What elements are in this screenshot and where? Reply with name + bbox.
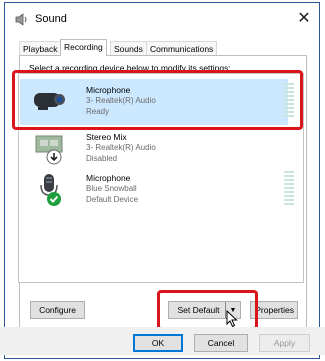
properties-label: Properties <box>255 305 294 315</box>
title-bar: Sound ✕ <box>5 3 319 33</box>
tab-communications[interactable]: Communications <box>146 41 218 55</box>
close-button[interactable]: ✕ <box>289 3 319 33</box>
tab-recording[interactable]: Recording <box>60 39 107 56</box>
device-description: Blue Snowball <box>86 184 137 193</box>
microphone-default-icon <box>40 174 61 206</box>
tab-playback[interactable]: Playback <box>19 41 62 55</box>
device-description: 3- Realtek(R) Audio <box>86 143 156 152</box>
configure-button[interactable]: Configure <box>30 301 85 319</box>
device-status: Disabled <box>86 154 118 163</box>
speaker-icon <box>15 13 27 26</box>
tab-strip: Playback Recording Sounds Communications <box>19 39 305 56</box>
apply-button[interactable]: Apply <box>259 334 310 352</box>
device-item-microphone-blue-snowball[interactable]: Microphone Blue Snowball Default Device <box>20 167 294 213</box>
cancel-button[interactable]: Cancel <box>194 334 248 352</box>
level-meter <box>284 171 294 207</box>
highlight-set-default <box>157 290 258 330</box>
mouse-cursor-icon <box>226 310 238 328</box>
device-item-stereo-mix[interactable]: Stereo Mix 3- Realtek(R) Audio Disabled <box>20 126 288 172</box>
tab-sounds[interactable]: Sounds <box>110 41 147 55</box>
highlight-selected-device <box>12 70 303 130</box>
ok-button[interactable]: OK <box>133 334 183 352</box>
device-status: Default Device <box>86 195 139 204</box>
soundcard-disabled-icon <box>35 135 63 165</box>
device-name: Microphone <box>86 173 131 183</box>
window-title: Sound <box>35 13 67 25</box>
close-icon: ✕ <box>297 10 311 27</box>
device-name: Stereo Mix <box>86 132 127 142</box>
